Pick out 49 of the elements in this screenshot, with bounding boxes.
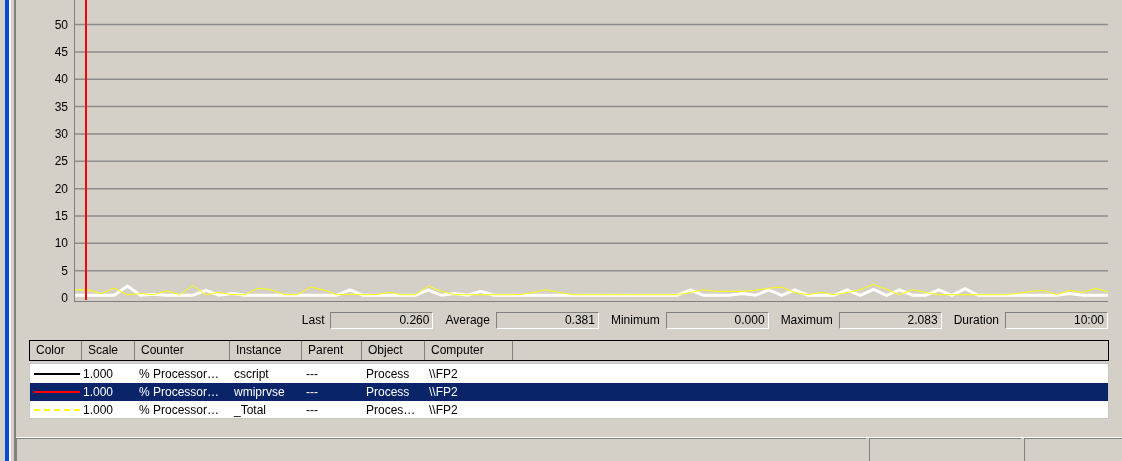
stat-label: Last [301, 312, 325, 329]
table-cell-text: % Processor… [138, 384, 221, 401]
axis-label: 10 [54, 237, 68, 250]
table-cell-text: Process [365, 384, 411, 401]
table-cell-text: 1.000 [82, 384, 115, 401]
table-cell-text: cscript [233, 366, 270, 383]
legend-row[interactable]: 1.000 % Processor… wmiprvse --- Process \\FP2 [30, 383, 1108, 401]
table-cell-text: _Total [233, 402, 268, 419]
legend-row[interactable]: 1.000 % Processor… _Total --- Proces… \\FP2 [30, 401, 1108, 419]
table-cell-text: 1.000 [82, 402, 115, 419]
axis-label: 0 [61, 292, 68, 304]
stat-field: 10:00 [1005, 311, 1108, 329]
stat-field: 2.083 [838, 311, 942, 329]
axis-label: 35 [54, 100, 68, 113]
table-cell-text: % Processor… [138, 366, 221, 383]
axis-label: 15 [54, 209, 68, 222]
table-cell-text: --- [305, 384, 319, 401]
column-header[interactable]: Scale [82, 341, 135, 360]
axis-label: 40 [54, 73, 68, 86]
table-cell-text: --- [305, 402, 319, 419]
table-cell-text: wmiprvse [233, 384, 286, 401]
stat-label: Average [445, 312, 490, 329]
table-cell-text: % Processor… [138, 402, 221, 419]
axis-label: 5 [61, 264, 68, 277]
table-cell-text: 1.000 [82, 366, 115, 383]
column-header[interactable]: Parent [302, 341, 362, 360]
table-cell-text: Proces… [365, 402, 417, 419]
axis-label: 50 [54, 18, 68, 31]
stat-label: Minimum [610, 312, 660, 329]
column-header[interactable]: Object [362, 341, 425, 360]
axis-label: 45 [54, 45, 68, 58]
table-cell-text: Process [365, 366, 411, 383]
table-cell-text: --- [305, 366, 319, 383]
stat-label: Maximum [780, 312, 833, 329]
legend-row[interactable]: 1.000 % Processor… cscript --- Process \\FP2 [30, 365, 1108, 383]
column-header[interactable]: Computer [425, 341, 513, 360]
stat-field: 0.260 [330, 311, 434, 329]
stat-label: Duration [953, 312, 999, 329]
table-cell-text: \\FP2 [428, 366, 459, 383]
axis-label: 25 [54, 155, 68, 168]
column-header[interactable]: Color [30, 341, 82, 360]
axis-label: 20 [54, 182, 68, 195]
column-header[interactable]: Instance [230, 341, 302, 360]
table-cell-text: \\FP2 [428, 402, 459, 419]
column-header[interactable]: Counter [135, 341, 230, 360]
stat-field: 0.000 [665, 311, 769, 329]
table-cell-text: \\FP2 [428, 384, 459, 401]
stat-field: 0.381 [495, 311, 599, 329]
axis-label: 30 [54, 127, 68, 140]
